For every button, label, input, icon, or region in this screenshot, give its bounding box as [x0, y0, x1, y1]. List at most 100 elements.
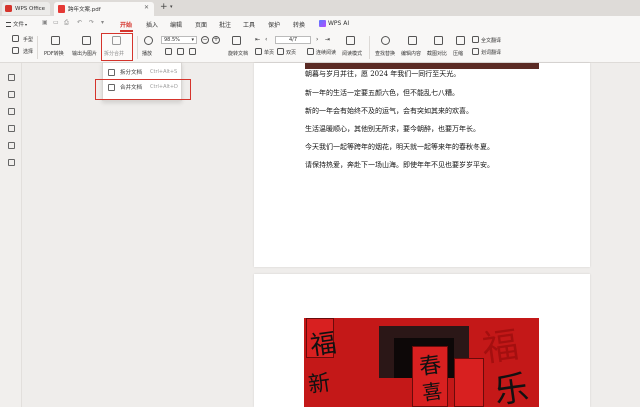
zoom-level-select[interactable]: 98.5% ▾ — [161, 36, 197, 44]
tab-annotate[interactable]: 批注 — [219, 20, 231, 29]
continuous-read-button[interactable]: 连续阅读 — [316, 49, 336, 56]
split-document-item[interactable]: 拆分文档 Ctrl+Alt+S — [108, 66, 180, 78]
split-document-shortcut: Ctrl+Alt+S — [150, 69, 178, 75]
actual-size-icon[interactable] — [189, 48, 196, 55]
signature-icon[interactable] — [8, 142, 15, 149]
full-translate-button[interactable]: 全文翻译 — [481, 37, 501, 44]
wps-logo-icon — [5, 5, 12, 12]
double-page-button[interactable]: 双页 — [286, 49, 296, 56]
undo-icon[interactable]: ↶ — [77, 19, 82, 26]
last-page-icon[interactable]: ⇥ — [325, 36, 330, 43]
double-page-icon — [277, 48, 284, 55]
layers-icon[interactable] — [8, 159, 15, 166]
merge-document-highlight — [95, 79, 191, 100]
continuous-read-icon — [307, 48, 314, 55]
full-translate-icon — [472, 36, 479, 43]
calligraphy-glyph: 新 — [306, 370, 332, 399]
document-text-line: 朝暮与岁月并往，愿 2024 年我们一同行至天光。 — [305, 70, 461, 78]
bookmark-icon[interactable] — [8, 74, 15, 81]
find-replace-button[interactable]: 查找替换 — [375, 50, 395, 57]
pdf-convert-button[interactable]: PDF转换 — [44, 50, 64, 57]
pdf-convert-icon — [51, 36, 60, 45]
zoom-out-icon[interactable]: − — [201, 36, 209, 44]
screenshot-compare-button[interactable]: 截图对比 — [427, 50, 447, 57]
chevron-down-icon: ▾ — [191, 37, 194, 43]
play-icon — [144, 36, 153, 45]
file-tab[interactable]: 跨年文案.pdf ✕ — [54, 2, 154, 16]
redo-icon[interactable]: ↷ — [89, 19, 94, 26]
page-indicator: 4/7 — [288, 37, 298, 43]
single-page-button[interactable]: 单页 — [264, 49, 274, 56]
home-tab[interactable]: WPS Office — [2, 2, 50, 15]
ribbon-divider — [369, 36, 370, 59]
single-page-icon — [255, 48, 262, 55]
hand-tool-button[interactable]: 手型 — [23, 36, 33, 43]
lantern-shape — [454, 358, 484, 407]
open-folder-icon[interactable]: ▭ — [53, 19, 59, 26]
tab-page[interactable]: 页面 — [195, 20, 207, 29]
document-text-line: 请保持热爱，奔赴下一场山海。即使年年不见也要岁岁平安。 — [305, 161, 494, 169]
tab-tools[interactable]: 工具 — [243, 20, 255, 29]
select-tool-icon — [12, 47, 19, 54]
tab-convert[interactable]: 转换 — [293, 20, 305, 29]
tab-edit[interactable]: 编辑 — [170, 20, 182, 29]
read-mode-button[interactable]: 阅读模式 — [342, 50, 362, 57]
chevron-down-icon: ▾ — [25, 21, 28, 27]
new-tab-icon[interactable]: + — [160, 2, 168, 12]
pdf-file-icon — [58, 5, 65, 13]
split-document-label: 拆分文档 — [120, 70, 143, 76]
divide-translate-button[interactable]: 划词翻译 — [481, 49, 501, 56]
edit-content-button[interactable]: 编辑内容 — [401, 50, 421, 57]
zoom-level-value: 98.5% — [164, 37, 180, 43]
tab-protect[interactable]: 保护 — [268, 20, 280, 29]
screenshot-compare-icon — [434, 36, 443, 45]
left-sidebar — [0, 63, 22, 407]
select-tool-button[interactable]: 选择 — [23, 48, 33, 55]
fit-width-icon[interactable] — [177, 48, 184, 55]
compress-button[interactable]: 压缩 — [453, 50, 463, 57]
rotate-doc-button[interactable]: 旋转文档 — [228, 50, 248, 57]
export-image-icon — [82, 36, 91, 45]
next-page-icon[interactable]: › — [316, 36, 318, 43]
document-text-line: 新一年的生活一定要五颜六色，但不能乱七八糟。 — [305, 89, 459, 97]
read-mode-icon — [346, 36, 355, 45]
play-button[interactable]: 播放 — [142, 50, 152, 57]
tab-wps-ai[interactable]: WPS AI — [328, 20, 349, 27]
wps-ai-icon — [319, 20, 326, 27]
file-menu[interactable]: 文件 ▾ — [6, 20, 27, 28]
export-image-button[interactable]: 输出为图片 — [72, 50, 97, 57]
file-tab-label: 跨年文案.pdf — [68, 7, 101, 13]
compress-icon — [456, 36, 465, 45]
print-icon[interactable]: ⎙ — [64, 19, 69, 27]
save-icon[interactable]: ▣ — [42, 19, 48, 26]
calligraphy-glyph: 乐 — [491, 367, 532, 407]
ribbon-divider — [37, 36, 38, 59]
new-year-photo: 福 新 春 喜 福 乐 — [304, 318, 539, 407]
thumbnail-icon[interactable] — [8, 91, 15, 98]
calligraphy-glyph: 福 — [308, 328, 339, 362]
tab-start[interactable]: 开始 — [120, 20, 132, 29]
page-number-input[interactable]: 4/7 — [275, 36, 311, 44]
comment-icon[interactable] — [8, 108, 15, 115]
rotate-doc-icon — [232, 36, 241, 45]
prev-page-icon[interactable]: ‹ — [265, 36, 267, 43]
divide-translate-icon — [472, 48, 479, 55]
first-page-icon[interactable]: ⇤ — [255, 36, 260, 43]
tab-insert[interactable]: 插入 — [146, 20, 158, 29]
zoom-in-icon[interactable]: + — [212, 36, 220, 44]
file-menu-label: 文件 — [13, 22, 25, 28]
search-icon — [381, 36, 390, 45]
hand-tool-icon — [12, 35, 19, 42]
split-merge-highlight — [101, 33, 133, 61]
close-tab-icon[interactable]: ✕ — [144, 4, 149, 11]
attachment-icon[interactable] — [8, 125, 15, 132]
menu-icon — [6, 21, 11, 27]
fit-page-icon[interactable] — [165, 48, 172, 55]
tab-list-chevron-icon[interactable]: ▾ — [170, 4, 173, 10]
document-text-line: 今天我们一起等跨年的烟花，明天就一起等来年的春秋冬夏。 — [305, 143, 494, 151]
document-text-line: 生活温暖顺心，其他别无所求，要今朝醉，也要万年长。 — [305, 125, 480, 133]
quick-access-chevron-icon[interactable]: ▾ — [101, 19, 104, 26]
edit-content-icon — [408, 36, 417, 45]
ribbon-divider — [137, 36, 138, 59]
title-bar: WPS Office 跨年文案.pdf ✕ + ▾ — [0, 0, 640, 16]
